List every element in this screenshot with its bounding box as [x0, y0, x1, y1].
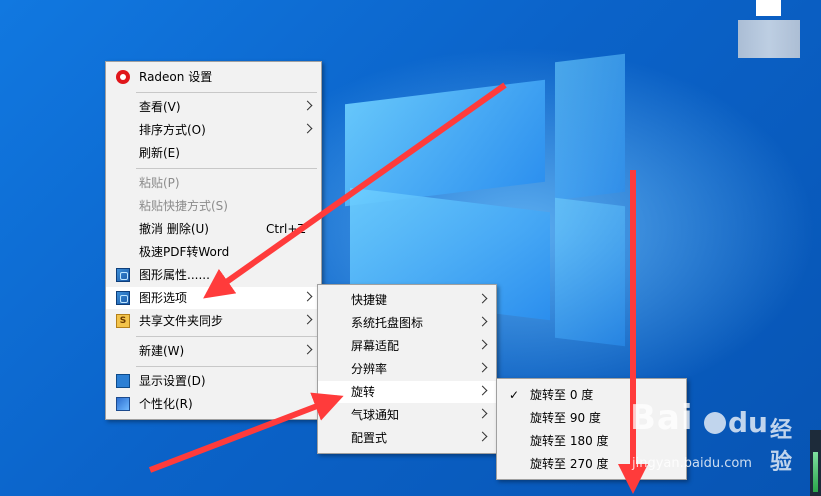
- menu-separator: [136, 366, 317, 367]
- menu-item-label: 粘贴快捷方式(S): [139, 199, 228, 213]
- menu-item-label: 新建(W): [139, 344, 185, 358]
- windows-logo-pane: [555, 53, 625, 201]
- graphics-options-submenu: 快捷键 系统托盘图标 屏幕适配 分辨率 旋转 气球通知 配置式: [317, 284, 497, 454]
- menu-item-label: 极速PDF转Word: [139, 245, 230, 259]
- menu-item-label: 图形属性......: [139, 268, 210, 282]
- menu-item-label: 显示设置(D): [139, 374, 206, 388]
- menu-item-label: 气球通知: [351, 408, 400, 422]
- baidu-watermark: Bai du 经验 jingyan.baidu.com: [630, 398, 800, 480]
- menu-item-pdf-to-word[interactable]: 极速PDF转Word: [106, 241, 321, 263]
- menu-item-label: 快捷键: [351, 293, 388, 307]
- menu-separator: [136, 336, 317, 337]
- menu-item-graphics-options[interactable]: 图形选项: [106, 287, 321, 309]
- watermark-cn: 经验: [770, 418, 793, 475]
- chevron-right-icon: [302, 100, 313, 111]
- menu-item-display-settings[interactable]: 显示设置(D): [106, 370, 321, 392]
- menu-item-label: 粘贴(P): [139, 176, 180, 190]
- menu-item-paste-shortcut[interactable]: 粘贴快捷方式(S): [106, 195, 321, 217]
- volume-meter: [810, 430, 821, 496]
- radeon-icon: [116, 70, 130, 84]
- watermark-url: jingyan.baidu.com: [632, 456, 752, 471]
- desktop-context-menu: Radeon 设置 查看(V) 排序方式(O) 刷新(E) 粘贴(P) 粘贴快捷…: [105, 61, 322, 420]
- personalize-icon: [116, 397, 130, 411]
- menu-item-graphics-properties[interactable]: 图形属性......: [106, 264, 321, 286]
- windows-logo-pane: [345, 79, 545, 207]
- intel-graphics-icon: [116, 291, 130, 305]
- menu-item-label: 撤消 删除(U): [139, 222, 209, 236]
- chevron-right-icon: [477, 316, 488, 327]
- menu-separator: [136, 92, 317, 93]
- chevron-right-icon: [477, 362, 488, 373]
- baidu-paw-icon: [704, 412, 726, 434]
- desktop-icon-partial[interactable]: [756, 0, 781, 16]
- menu-item-paste[interactable]: 粘贴(P): [106, 172, 321, 194]
- menu-item-label: 旋转至 270 度: [530, 457, 609, 471]
- menu-item-label: 排序方式(O): [139, 123, 206, 137]
- submenu-item-profiles[interactable]: 配置式: [318, 427, 496, 449]
- submenu-item-tray-icon[interactable]: 系统托盘图标: [318, 312, 496, 334]
- checkmark-icon: ✓: [509, 388, 520, 402]
- menu-item-shortcut: Ctrl+Z: [266, 222, 306, 236]
- menu-item-label: 配置式: [351, 431, 388, 445]
- menu-item-label: 共享文件夹同步: [139, 314, 224, 328]
- chevron-right-icon: [477, 385, 488, 396]
- menu-item-label: 系统托盘图标: [351, 316, 424, 330]
- chevron-right-icon: [302, 314, 313, 325]
- menu-item-label: 旋转: [351, 385, 376, 399]
- menu-item-label: 旋转至 180 度: [530, 434, 609, 448]
- chevron-right-icon: [477, 408, 488, 419]
- menu-separator: [136, 168, 317, 169]
- menu-item-sort-by[interactable]: 排序方式(O): [106, 119, 321, 141]
- watermark-logo-suffix: du: [728, 406, 768, 439]
- menu-item-label: Radeon 设置: [139, 70, 213, 84]
- submenu-item-screen-fit[interactable]: 屏幕适配: [318, 335, 496, 357]
- blurred-desktop-icon: [738, 20, 800, 58]
- chevron-right-icon: [477, 339, 488, 350]
- chevron-right-icon: [302, 291, 313, 302]
- chevron-right-icon: [302, 123, 313, 134]
- menu-item-label: 屏幕适配: [351, 339, 400, 353]
- menu-item-view[interactable]: 查看(V): [106, 96, 321, 118]
- menu-item-label: 分辨率: [351, 362, 388, 376]
- chevron-right-icon: [302, 344, 313, 355]
- menu-item-radeon-settings[interactable]: Radeon 设置: [106, 66, 321, 88]
- menu-item-label: 图形选项: [139, 291, 188, 305]
- chevron-right-icon: [477, 431, 488, 442]
- menu-item-label: 旋转至 90 度: [530, 411, 601, 425]
- menu-item-undo-delete[interactable]: 撤消 删除(U) Ctrl+Z: [106, 218, 321, 240]
- menu-item-label: 旋转至 0 度: [530, 388, 594, 402]
- watermark-logo: Bai: [630, 398, 694, 438]
- submenu-item-hotkeys[interactable]: 快捷键: [318, 289, 496, 311]
- display-icon: [116, 374, 130, 388]
- menu-item-label: 刷新(E): [139, 146, 180, 160]
- windows-logo-pane: [555, 197, 625, 347]
- submenu-item-resolution[interactable]: 分辨率: [318, 358, 496, 380]
- menu-item-new[interactable]: 新建(W): [106, 340, 321, 362]
- share-folder-icon: S: [116, 314, 130, 328]
- menu-item-refresh[interactable]: 刷新(E): [106, 142, 321, 164]
- menu-item-personalize[interactable]: 个性化(R): [106, 393, 321, 415]
- intel-graphics-icon: [116, 268, 130, 282]
- menu-item-share-folder-sync[interactable]: S 共享文件夹同步: [106, 310, 321, 332]
- submenu-item-rotate[interactable]: 旋转: [318, 381, 496, 403]
- chevron-right-icon: [477, 293, 488, 304]
- submenu-item-balloon-notify[interactable]: 气球通知: [318, 404, 496, 426]
- menu-item-label: 查看(V): [139, 100, 181, 114]
- menu-item-label: 个性化(R): [139, 397, 193, 411]
